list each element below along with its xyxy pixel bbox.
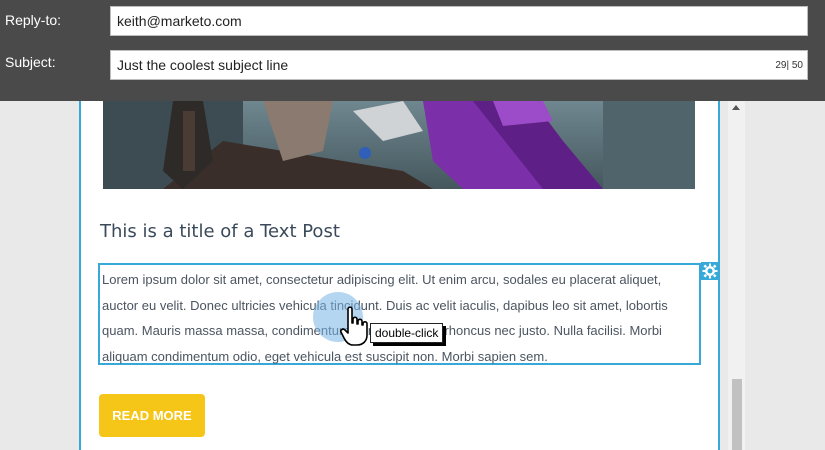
email-preview[interactable]: This is a title of a Text Post Lorem ips…: [79, 101, 720, 450]
read-more-button[interactable]: READ MORE: [99, 394, 205, 437]
subject-field[interactable]: Just the coolest subject line 29| 50: [110, 50, 808, 80]
editor-canvas: This is a title of a Text Post Lorem ips…: [0, 101, 825, 450]
subject-label: Subject:: [5, 54, 56, 70]
double-click-tooltip: double-click: [370, 323, 444, 343]
post-body-text[interactable]: Lorem ipsum dolor sit amet, consectetur …: [102, 272, 668, 364]
gear-icon[interactable]: [701, 262, 719, 280]
vertical-scrollbar[interactable]: [728, 101, 745, 450]
chevron-up-icon[interactable]: [732, 105, 740, 110]
hero-image[interactable]: [103, 101, 695, 189]
reply-to-field[interactable]: keith@marketo.com: [110, 6, 808, 36]
text-module-selected[interactable]: Lorem ipsum dolor sit amet, consectetur …: [98, 263, 701, 365]
subject-char-counter: 29| 50: [775, 60, 803, 71]
post-title[interactable]: This is a title of a Text Post: [100, 221, 340, 242]
scroll-thumb[interactable]: [732, 379, 742, 450]
hero-photo: [103, 101, 695, 189]
reply-to-value: keith@marketo.com: [117, 13, 242, 29]
email-settings-header: Reply-to: keith@marketo.com Subject: Jus…: [0, 0, 825, 101]
subject-value: Just the coolest subject line: [117, 57, 289, 73]
hand-pointer-icon: [340, 306, 368, 346]
reply-to-label: Reply-to:: [5, 12, 62, 28]
